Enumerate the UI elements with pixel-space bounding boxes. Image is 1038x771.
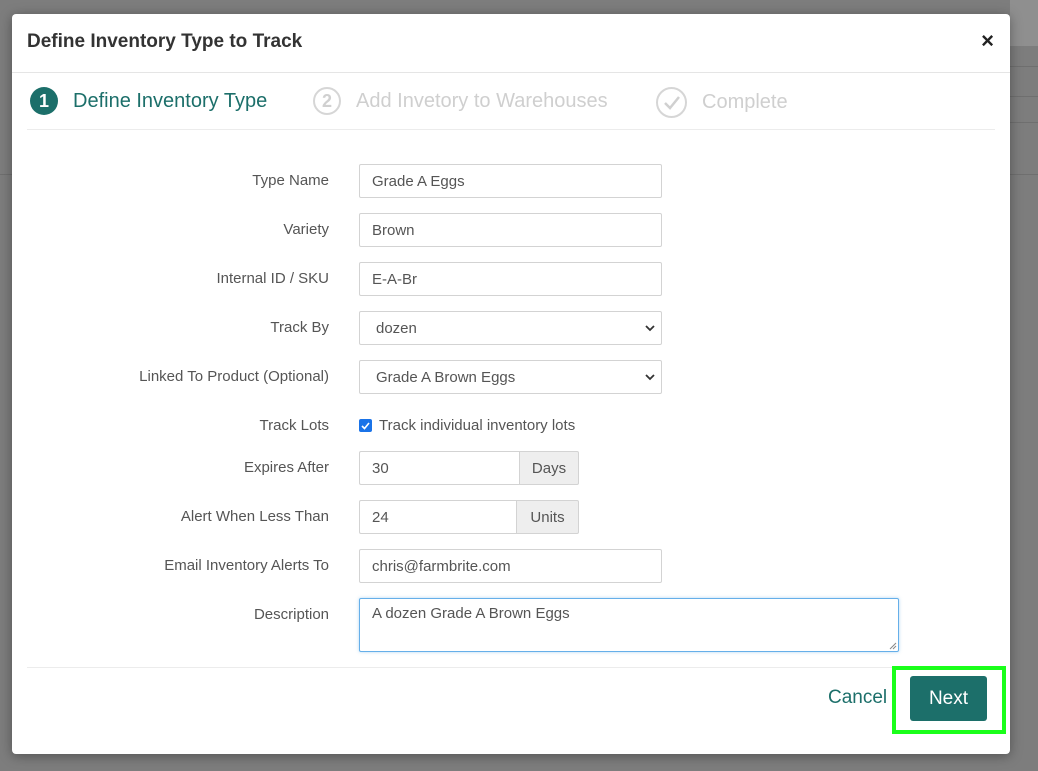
background-divider [1010,122,1038,123]
type-name-row: Type Name [12,164,1010,198]
chevron-down-icon [645,374,655,381]
email-alerts-input[interactable] [359,549,662,583]
sku-input[interactable] [359,262,662,296]
track-lots-label: Track Lots [259,417,329,434]
email-alerts-label: Email Inventory Alerts To [164,557,329,574]
track-lots-checkbox-label[interactable]: Track individual inventory lots [379,417,575,434]
step-add-inventory-to-warehouses: 2 Add Invetory to Warehouses [313,87,608,115]
step-number-badge: 1 [30,87,58,115]
linked-product-row: Linked To Product (Optional) Grade A Bro… [12,360,1010,394]
expires-after-input[interactable] [359,451,519,485]
type-name-label: Type Name [252,172,329,189]
description-textarea[interactable]: A dozen Grade A Brown Eggs [359,598,899,652]
track-by-value: dozen [376,320,417,337]
check-icon [361,421,370,430]
expires-after-row: Expires After Days [12,451,1010,485]
description-label: Description [253,606,329,623]
alert-threshold-label: Alert When Less Than [180,508,329,525]
sku-row: Internal ID / SKU [12,262,1010,296]
variety-label: Variety [283,221,329,238]
background-divider [1010,174,1038,175]
step-define-inventory-type: 1 Define Inventory Type [30,87,267,115]
check-icon [656,87,687,118]
resize-grip-icon[interactable] [889,642,897,650]
track-by-select[interactable]: dozen [359,311,662,345]
background-header [1010,0,1038,46]
linked-product-select[interactable]: Grade A Brown Eggs [359,360,662,394]
track-lots-checkbox[interactable] [359,419,372,432]
type-name-input[interactable] [359,164,662,198]
chevron-down-icon [645,325,655,332]
footer-divider [27,667,995,668]
modal-header: Define Inventory Type to Track × [12,14,1010,73]
email-alerts-row: Email Inventory Alerts To [12,549,1010,583]
step-number-badge: 2 [313,87,341,115]
units-unit-addon: Units [516,500,579,534]
step-label: Add Invetory to Warehouses [356,89,608,112]
define-inventory-modal: Define Inventory Type to Track × 1 Defin… [12,14,1010,754]
next-button[interactable]: Next [910,676,987,721]
days-unit-addon: Days [519,451,579,485]
background-divider [1010,96,1038,97]
track-by-label: Track By [270,319,329,336]
variety-row: Variety [12,213,1010,247]
alert-threshold-input[interactable] [359,500,516,534]
background-divider [1010,66,1038,67]
modal-title: Define Inventory Type to Track [27,31,303,52]
description-row: Description A dozen Grade A Brown Eggs [12,598,1010,652]
track-by-row: Track By dozen [12,311,1010,345]
expires-after-label: Expires After [243,459,329,476]
close-button[interactable]: × [981,30,994,52]
track-lots-row: Track Lots Track individual inventory lo… [12,409,1010,443]
alert-threshold-row: Alert When Less Than Units [12,500,1010,534]
cancel-button[interactable]: Cancel [828,687,887,709]
wizard-steps: 1 Define Inventory Type 2 Add Invetory t… [27,72,995,130]
background-divider [0,174,12,175]
variety-input[interactable] [359,213,662,247]
step-label: Define Inventory Type [73,89,268,112]
step-label: Complete [702,91,788,113]
step-complete: Complete [656,87,788,118]
sku-label: Internal ID / SKU [216,270,329,287]
linked-product-value: Grade A Brown Eggs [376,369,516,386]
linked-product-label: Linked To Product (Optional) [139,368,329,385]
